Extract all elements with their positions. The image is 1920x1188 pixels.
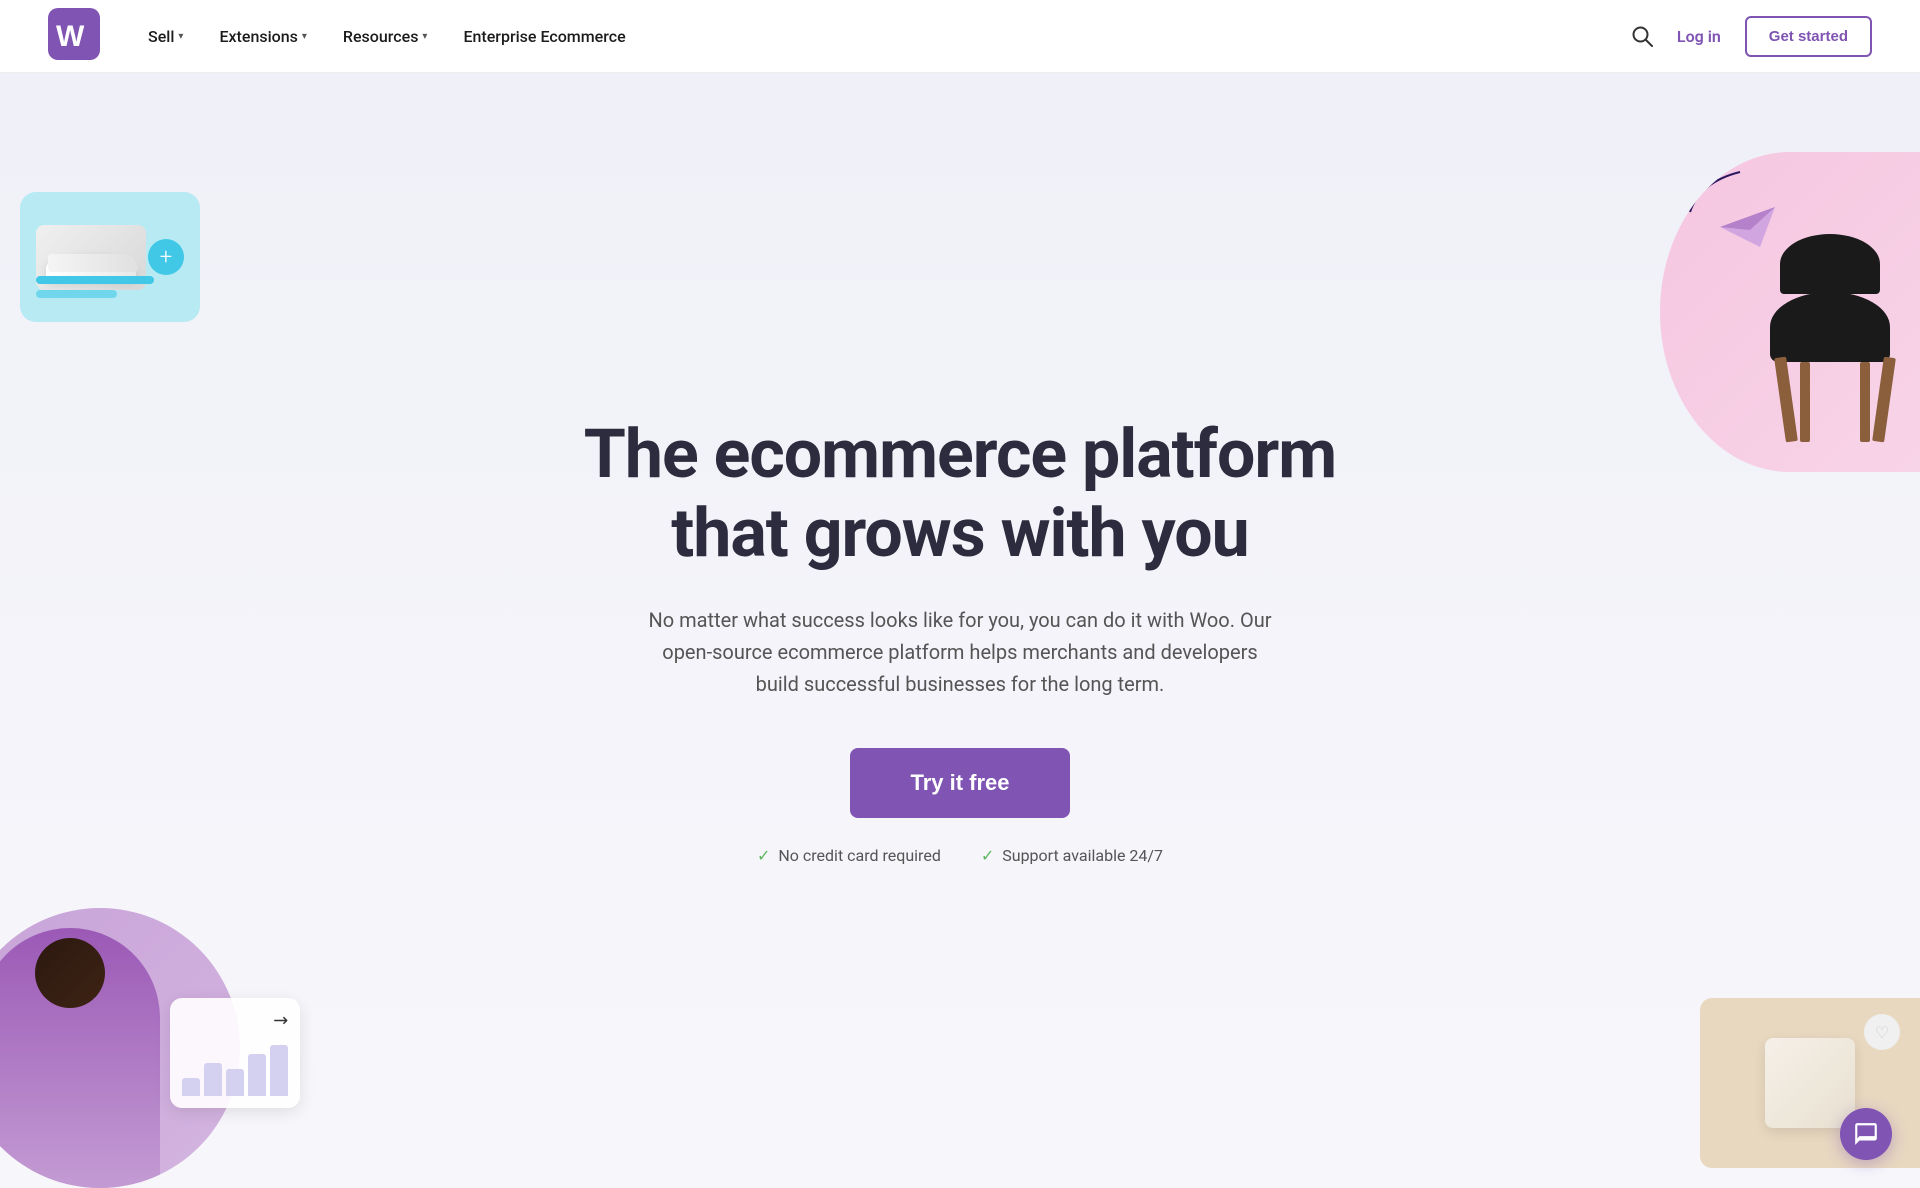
logo[interactable]: W — [48, 8, 100, 64]
svg-text:W: W — [56, 20, 85, 53]
try-free-button[interactable]: Try it free — [850, 748, 1069, 818]
get-started-button[interactable]: Get started — [1745, 16, 1872, 57]
heart-icon: ♡ — [1864, 1014, 1900, 1050]
chart-bars — [182, 1036, 288, 1096]
trust-label-1: No credit card required — [778, 846, 940, 865]
checkmark-icon-2: ✓ — [981, 846, 994, 865]
chart-bar-5 — [270, 1045, 288, 1096]
chair-image — [1750, 242, 1910, 442]
nav-links: Sell ▾ Extensions ▾ Resources ▾ Enterpri… — [148, 27, 1631, 46]
shoe-card: + — [20, 192, 200, 322]
bar-2 — [36, 290, 117, 298]
hero-subtitle: No matter what success looks like for yo… — [640, 604, 1280, 700]
resources-chevron-icon: ▾ — [422, 31, 427, 42]
chart-card: ↗ — [170, 998, 300, 1108]
chair-leg-mid-left — [1800, 362, 1810, 442]
shoe-image — [36, 225, 146, 290]
search-button[interactable] — [1631, 25, 1653, 47]
chair-leg-right — [1872, 357, 1896, 443]
bar-1 — [36, 276, 154, 284]
navbar: W Sell ▾ Extensions ▾ Resources ▾ Enterp… — [0, 0, 1920, 72]
trend-arrow-icon: ↗ — [268, 1008, 294, 1034]
trust-badges: ✓ No credit card required ✓ Support avai… — [580, 846, 1340, 865]
trust-badge-credit-card: ✓ No credit card required — [757, 846, 941, 865]
paper-plane-icon — [1720, 202, 1780, 256]
chair-leg-left — [1774, 357, 1798, 443]
deco-right: ♡ — [1640, 132, 1920, 1188]
login-link[interactable]: Log in — [1677, 27, 1721, 46]
shoe-bars — [36, 276, 184, 304]
chat-button[interactable] — [1840, 1108, 1892, 1160]
chair-back — [1780, 234, 1880, 294]
chart-bar-1 — [182, 1078, 200, 1096]
sell-chevron-icon: ▾ — [178, 31, 183, 42]
person-silhouette — [0, 928, 160, 1188]
person-circle — [0, 908, 240, 1188]
hero-title: The ecommerce platform that grows with y… — [580, 415, 1340, 571]
nav-right: Log in Get started — [1631, 16, 1872, 57]
curve-line — [1680, 162, 1760, 222]
pink-circle — [1660, 152, 1920, 472]
chart-bar-2 — [204, 1063, 222, 1096]
extensions-chevron-icon: ▾ — [302, 31, 307, 42]
hero-section: + ↗ — [0, 72, 1920, 1188]
trust-badge-support: ✓ Support available 24/7 — [981, 846, 1163, 865]
nav-enterprise[interactable]: Enterprise Ecommerce — [463, 27, 625, 46]
add-to-cart-icon: + — [148, 239, 184, 275]
product-image — [1765, 1038, 1855, 1128]
deco-left: + ↗ — [0, 152, 280, 1188]
chat-icon — [1853, 1121, 1879, 1147]
chair-leg-mid-right — [1860, 362, 1870, 442]
chart-bar-3 — [226, 1069, 244, 1096]
person-head — [35, 938, 105, 1008]
chart-bar-4 — [248, 1054, 266, 1096]
hero-content: The ecommerce platform that grows with y… — [580, 415, 1340, 864]
nav-resources[interactable]: Resources ▾ — [343, 27, 428, 46]
nav-extensions[interactable]: Extensions ▾ — [219, 27, 306, 46]
chair-seat — [1770, 292, 1890, 362]
nav-sell[interactable]: Sell ▾ — [148, 27, 183, 46]
trust-label-2: Support available 24/7 — [1002, 846, 1163, 865]
checkmark-icon-1: ✓ — [757, 846, 770, 865]
